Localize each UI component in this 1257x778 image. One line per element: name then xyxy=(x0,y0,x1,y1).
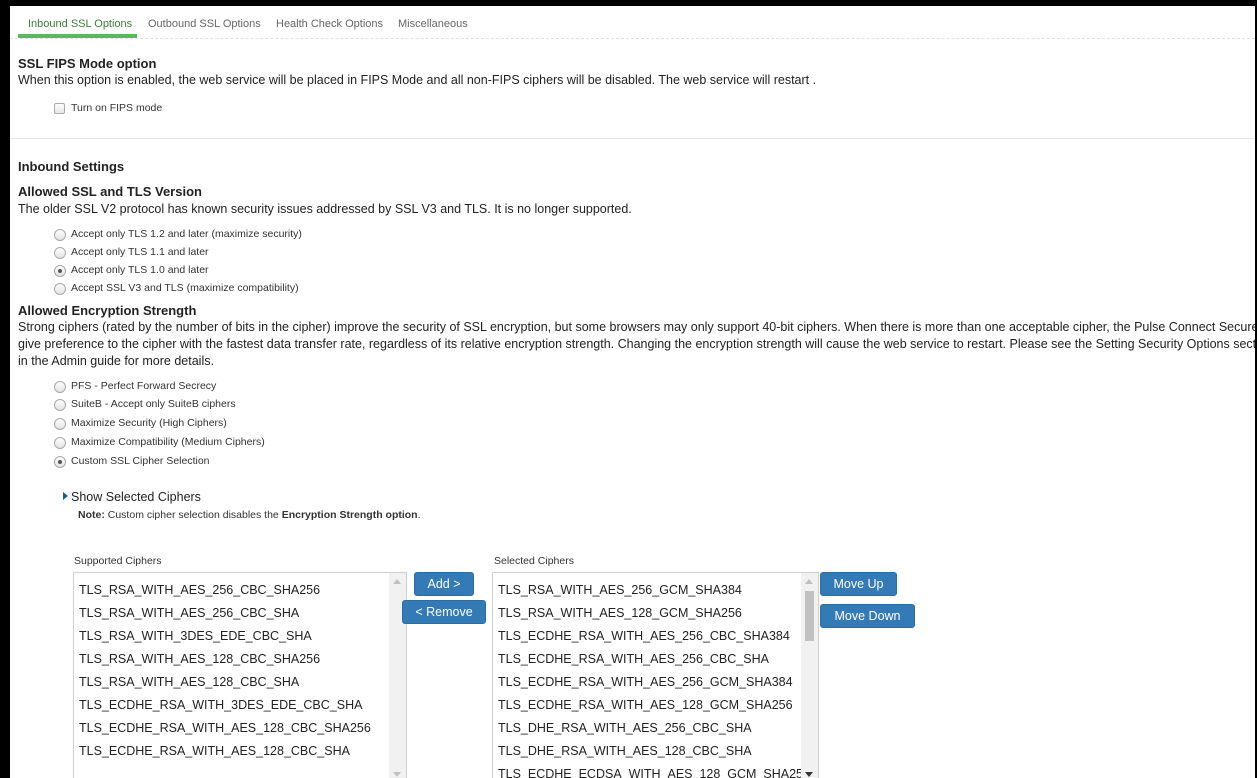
tab-miscellaneous[interactable]: Miscellaneous xyxy=(398,18,468,30)
supported-cipher-item[interactable]: TLS_RSA_WITH_AES_128_CBC_SHA256 xyxy=(79,652,320,666)
move-up-button[interactable]: Move Up xyxy=(820,572,897,596)
encryption-strength-description-line3: in the Admin guide for more details. xyxy=(18,354,214,368)
show-selected-ciphers-link[interactable]: Show Selected Ciphers xyxy=(63,490,201,504)
tab-outbound-ssl-options[interactable]: Outbound SSL Options xyxy=(148,18,261,30)
main-content: Inbound SSL Options Outbound SSL Options… xyxy=(10,6,1255,778)
tab-inbound-ssl-options[interactable]: Inbound SSL Options xyxy=(28,18,132,30)
selected-cipher-item[interactable]: TLS_ECDHE_RSA_WITH_AES_256_GCM_SHA384 xyxy=(498,675,793,689)
note-text: Custom cipher selection disables the xyxy=(104,509,282,521)
supported-cipher-item[interactable]: TLS_ECDHE_RSA_WITH_3DES_EDE_CBC_SHA xyxy=(79,698,362,712)
radio-pfs[interactable] xyxy=(54,381,66,393)
selected-cipher-item[interactable]: TLS_DHE_RSA_WITH_AES_128_CBC_SHA xyxy=(498,744,752,758)
selected-cipher-item[interactable]: TLS_ECDHE_ECDSA_WITH_AES_128_GCM_SHA256 xyxy=(498,767,810,778)
window-frame-left xyxy=(0,0,10,778)
supported-cipher-item[interactable]: TLS_ECDHE_RSA_WITH_AES_128_CBC_SHA256 xyxy=(79,721,371,735)
remove-cipher-button[interactable]: < Remove xyxy=(402,600,486,624)
radio-sslv3-label: Accept SSL V3 and TLS (maximize compatib… xyxy=(71,282,299,294)
radio-custom-cipher[interactable] xyxy=(54,456,66,468)
encryption-strength-description-line2: give preference to the cipher with the f… xyxy=(18,337,1255,351)
ssl-version-title: Allowed SSL and TLS Version xyxy=(18,184,202,199)
supported-cipher-item[interactable]: TLS_RSA_WITH_3DES_EDE_CBC_SHA xyxy=(79,629,312,643)
selected-ciphers-label: Selected Ciphers xyxy=(494,555,574,567)
supported-ciphers-list[interactable]: TLS_RSA_WITH_AES_256_CBC_SHA256 TLS_RSA_… xyxy=(73,572,407,778)
scroll-up-arrow-icon[interactable] xyxy=(805,579,813,584)
radio-pfs-label: PFS - Perfect Forward Secrecy xyxy=(71,380,217,392)
tab-health-check-options[interactable]: Health Check Options xyxy=(276,18,383,30)
radio-high-ciphers[interactable] xyxy=(54,418,66,430)
supported-cipher-item[interactable]: TLS_RSA_WITH_AES_128_CBC_SHA xyxy=(79,675,299,689)
radio-high-ciphers-label: Maximize Security (High Ciphers) xyxy=(71,417,227,429)
expand-triangle-icon xyxy=(63,492,68,500)
fips-title: SSL FIPS Mode option xyxy=(18,56,157,71)
inbound-settings-title: Inbound Settings xyxy=(18,159,125,174)
scroll-down-arrow-icon[interactable] xyxy=(805,772,813,777)
supported-cipher-item[interactable]: TLS_RSA_WITH_AES_256_CBC_SHA256 xyxy=(79,583,320,597)
section-divider xyxy=(10,138,1255,139)
fips-description: When this option is enabled, the web ser… xyxy=(18,73,817,87)
encryption-strength-description-line1: Strong ciphers (rated by the number of b… xyxy=(18,320,1255,334)
selected-cipher-item[interactable]: TLS_DHE_RSA_WITH_AES_256_CBC_SHA xyxy=(498,721,752,735)
active-tab-indicator xyxy=(18,34,137,38)
selected-cipher-item[interactable]: TLS_ECDHE_RSA_WITH_AES_256_CBC_SHA384 xyxy=(498,629,790,643)
radio-custom-cipher-label: Custom SSL Cipher Selection xyxy=(71,455,210,467)
supported-ciphers-label: Supported Ciphers xyxy=(74,555,162,567)
radio-tls11-label: Accept only TLS 1.1 and later xyxy=(71,246,209,258)
cipher-note: Note: Custom cipher selection disables t… xyxy=(78,509,421,521)
fips-checkbox-label: Turn on FIPS mode xyxy=(71,102,163,114)
radio-sslv3[interactable] xyxy=(54,283,66,295)
selected-cipher-item[interactable]: TLS_RSA_WITH_AES_256_GCM_SHA384 xyxy=(498,583,742,597)
radio-tls12-label: Accept only TLS 1.2 and later (maximize … xyxy=(71,228,302,240)
move-down-button[interactable]: Move Down xyxy=(820,604,915,628)
encryption-strength-title: Allowed Encryption Strength xyxy=(18,303,197,318)
fips-checkbox[interactable] xyxy=(54,103,65,114)
radio-tls10[interactable] xyxy=(54,265,66,277)
selected-cipher-item[interactable]: TLS_RSA_WITH_AES_128_GCM_SHA256 xyxy=(498,606,742,620)
selected-ciphers-list[interactable]: TLS_RSA_WITH_AES_256_GCM_SHA384 TLS_RSA_… xyxy=(492,572,819,778)
show-selected-ciphers-label: Show Selected Ciphers xyxy=(71,490,201,504)
radio-suiteb-label: SuiteB - Accept only SuiteB ciphers xyxy=(71,398,236,410)
radio-tls11[interactable] xyxy=(54,247,66,259)
scroll-down-arrow-icon[interactable] xyxy=(393,772,401,777)
add-cipher-button[interactable]: Add > xyxy=(414,572,474,596)
tab-bar: Inbound SSL Options Outbound SSL Options… xyxy=(10,6,1255,39)
note-end: . xyxy=(417,509,421,521)
radio-medium-ciphers[interactable] xyxy=(54,437,66,449)
selected-cipher-item[interactable]: TLS_ECDHE_RSA_WITH_AES_256_CBC_SHA xyxy=(498,652,769,666)
radio-tls10-label: Accept only TLS 1.0 and later xyxy=(71,264,209,276)
radio-medium-ciphers-label: Maximize Compatibility (Medium Ciphers) xyxy=(71,436,265,448)
supported-cipher-item[interactable]: TLS_ECDHE_RSA_WITH_AES_128_CBC_SHA xyxy=(79,744,350,758)
note-bold-text: Encryption Strength option xyxy=(281,509,418,521)
selected-list-scrollbar[interactable] xyxy=(801,573,818,778)
selected-cipher-item[interactable]: TLS_ECDHE_RSA_WITH_AES_128_GCM_SHA256 xyxy=(498,698,793,712)
radio-tls12[interactable] xyxy=(54,229,66,241)
note-label: Note: xyxy=(78,509,105,521)
scrollbar-thumb[interactable] xyxy=(805,591,814,641)
radio-suiteb[interactable] xyxy=(54,399,66,411)
ssl-version-description: The older SSL V2 protocol has known secu… xyxy=(18,202,632,216)
supported-cipher-item[interactable]: TLS_RSA_WITH_AES_256_CBC_SHA xyxy=(79,606,299,620)
scroll-up-arrow-icon[interactable] xyxy=(393,579,401,584)
